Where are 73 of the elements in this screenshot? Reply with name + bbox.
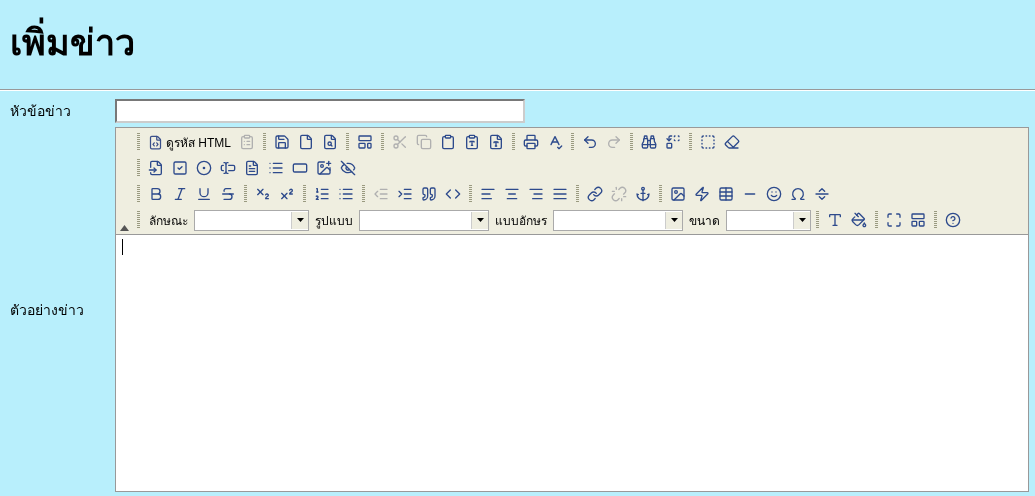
printer-icon[interactable] [523, 134, 539, 150]
flash-icon[interactable] [694, 186, 710, 202]
subject-input[interactable] [115, 99, 525, 123]
indent-icon[interactable] [397, 186, 413, 202]
table-icon[interactable] [718, 186, 734, 202]
align-left-icon[interactable] [480, 186, 496, 202]
superscript-icon[interactable] [279, 186, 295, 202]
paint-bucket-icon[interactable] [851, 212, 867, 228]
italic-icon[interactable] [172, 186, 188, 202]
maximize-icon[interactable] [886, 212, 902, 228]
dropdown-label: รูปแบบ [315, 212, 353, 230]
paste-word-icon[interactable] [488, 134, 504, 150]
link-icon[interactable] [587, 186, 603, 202]
binoculars-icon[interactable] [641, 134, 657, 150]
image-button-icon[interactable] [316, 160, 332, 176]
smiley-icon[interactable] [766, 186, 782, 202]
special-character-icon[interactable] [790, 186, 806, 202]
numbered-list-icon[interactable] [314, 186, 330, 202]
field-label: ตัวอย่างข่าว [10, 300, 85, 320]
show-blocks-icon[interactable] [910, 212, 926, 228]
toolbar-grip[interactable] [137, 185, 140, 203]
text-color-icon[interactable] [827, 212, 843, 228]
bullet-list-icon[interactable] [338, 186, 354, 202]
dropdown-field[interactable] [726, 209, 811, 231]
form-icon[interactable] [148, 160, 164, 176]
text-area-icon[interactable] [244, 160, 260, 176]
page-magnifier-icon[interactable] [322, 134, 338, 150]
spellcheck-icon[interactable] [547, 134, 563, 150]
eraser-icon[interactable] [724, 134, 740, 150]
replace-icon[interactable] [665, 134, 681, 150]
dropdown-field[interactable] [194, 209, 309, 231]
form-button-icon[interactable] [292, 160, 308, 176]
radio-icon[interactable] [196, 160, 212, 176]
template-icon[interactable] [357, 134, 373, 150]
blank-page-icon[interactable] [298, 134, 314, 150]
page-title: เพิ่มข่าว [0, 0, 1035, 89]
view-source-button[interactable]: ดูรหัส HTML [145, 131, 234, 153]
text-field-icon[interactable] [220, 160, 236, 176]
source-code-icon [148, 134, 163, 150]
select-all-icon[interactable] [700, 134, 716, 150]
dropdown-label: ลักษณะ [149, 212, 188, 230]
underline-icon[interactable] [196, 186, 212, 202]
field-label: หัวข้อข่าว [10, 102, 72, 121]
toolbar-grip[interactable] [137, 133, 140, 151]
save-icon[interactable] [274, 134, 290, 150]
subscript-icon[interactable] [255, 186, 271, 202]
align-right-icon[interactable] [528, 186, 544, 202]
dropdown-field[interactable] [553, 209, 683, 231]
paste-icon[interactable] [440, 134, 456, 150]
page-break-icon[interactable] [814, 186, 830, 202]
toolbar-grip[interactable] [137, 211, 140, 229]
paste-text-icon[interactable] [464, 134, 480, 150]
dropdown-field[interactable] [359, 209, 489, 231]
quote-icon[interactable] [421, 186, 437, 202]
hidden-field-icon[interactable] [340, 160, 356, 176]
help-icon[interactable] [945, 212, 961, 228]
undo-icon[interactable] [582, 134, 598, 150]
list-box-icon[interactable] [268, 160, 284, 176]
toolbar-grip[interactable] [137, 159, 140, 177]
caret-icon [798, 218, 806, 222]
caret-icon [670, 218, 678, 222]
image-icon[interactable] [670, 186, 686, 202]
anchor-icon[interactable] [635, 186, 651, 202]
dropdown-label: แบบอักษร [495, 212, 547, 230]
align-center-icon[interactable] [504, 186, 520, 202]
align-justify-icon[interactable] [552, 186, 568, 202]
strikethrough-icon[interactable] [220, 186, 236, 202]
collapse-toolbar-icon[interactable] [120, 225, 129, 231]
caret-icon [476, 218, 484, 222]
dropdown-label: ขนาด [689, 212, 720, 230]
bold-icon[interactable] [148, 186, 164, 202]
caret-icon [296, 218, 304, 222]
checkbox-icon[interactable] [172, 160, 188, 176]
